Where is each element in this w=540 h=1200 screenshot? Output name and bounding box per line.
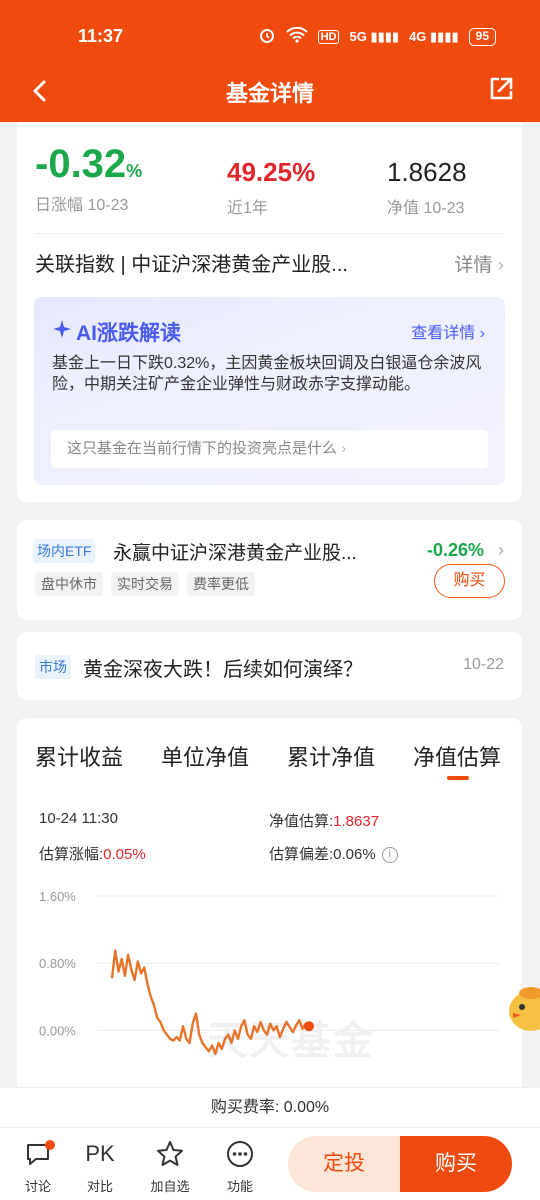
nav-value: 1.8628	[387, 157, 467, 187]
page-title: 基金详情	[225, 81, 314, 106]
ai-title: AI涨跌解读	[52, 317, 181, 347]
auto-invest-button[interactable]: 定投	[288, 1136, 400, 1192]
bottom-nav-label: 加自选	[150, 1179, 190, 1194]
chevron-right-icon: ›	[479, 325, 485, 342]
estimate-nav-value: 1.8637	[333, 813, 380, 830]
wifi-icon	[285, 26, 308, 46]
hd-icon: HD	[317, 29, 340, 44]
etf-name[interactable]: 永赢中证沪深港黄金产业股...	[113, 538, 357, 565]
etf-change: -0.26%	[426, 540, 484, 560]
tab-unit-nav[interactable]: 单位净值	[161, 740, 249, 772]
share-icon[interactable]	[486, 74, 516, 104]
bottom-nav-label: 讨论	[24, 1179, 51, 1194]
tab-nav-estimate[interactable]: 净值估算	[413, 740, 501, 772]
status-time: 11:37	[78, 26, 124, 46]
chart-y-tick-label: 0.80%	[39, 956, 76, 971]
bottom-nav-label: 对比	[86, 1179, 113, 1194]
sparkle-icon	[52, 319, 72, 345]
stat-nav: 1.8628 净值 10-23	[387, 152, 467, 218]
buy-button[interactable]: 购买	[400, 1136, 512, 1192]
active-tab-indicator	[447, 776, 469, 780]
daily-change-unit: %	[126, 161, 143, 181]
chart-y-tick-label: 1.60%	[39, 889, 76, 904]
ai-more-link[interactable]: 查看详情 ›	[411, 319, 485, 343]
signal-5g-icon: 5G ▮▮▮▮	[349, 28, 400, 44]
alarm-icon	[258, 26, 276, 47]
bottom-nav-compare[interactable]: PK 对比	[75, 1138, 125, 1195]
related-index-label: 关联指数 | 中证沪深港黄金产业股...	[35, 254, 348, 276]
bottom-nav-discuss[interactable]: 讨论	[13, 1138, 63, 1195]
stat-daily-change: -0.32% 日涨幅 10-23	[35, 142, 142, 215]
pk-icon: PK	[85, 1141, 115, 1166]
info-icon[interactable]: i	[381, 847, 398, 864]
fee-bar: 购买费率: 0.00%	[0, 1087, 540, 1127]
chevron-right-icon: ›	[498, 540, 504, 560]
battery-icon: 95	[468, 27, 496, 46]
market-news-date: 10-22	[463, 656, 504, 673]
etf-tag: 场内ETF	[33, 539, 96, 563]
status-bar: 11:37 HD 5G ▮▮▮▮ 4G ▮▮▮▮ 95	[0, 0, 540, 70]
etf-chip: 实时交易	[111, 572, 179, 596]
bottom-nav-watchlist[interactable]: 加自选	[145, 1138, 195, 1195]
chart-card: 累计收益 单位净值 累计净值 净值估算 10-24 11:30 净值估算:1.8…	[17, 718, 522, 1098]
chart-tabs: 累计收益 单位净值 累计净值 净值估算	[35, 740, 504, 780]
daily-change-label: 日涨幅 10-23	[35, 197, 129, 214]
comment-icon	[13, 1138, 63, 1170]
estimate-time: 10-24 11:30	[39, 810, 118, 827]
chart-end-dot	[304, 1021, 314, 1032]
estimate-nav: 净值估算:1.8637	[269, 813, 380, 830]
etf-buy-button[interactable]: 购买	[434, 564, 505, 598]
etf-chip: 盘中休市	[35, 572, 103, 596]
ai-question-button[interactable]: 这只基金在当前行情下的投资亮点是什么 ›	[51, 430, 488, 468]
etf-card[interactable]: 场内ETF 永赢中证沪深港黄金产业股... -0.26% › 盘中休市 实时交易…	[17, 520, 522, 620]
more-dots-icon	[215, 1138, 265, 1170]
fund-stats: -0.32% 日涨幅 10-23 49.25% 近1年 1.8628 净值 10…	[35, 142, 504, 222]
year-return-label: 近1年	[227, 200, 268, 217]
daily-change-value: -0.32	[35, 142, 127, 186]
tab-cumulative-return[interactable]: 累计收益	[35, 740, 123, 772]
stat-year-return: 49.25% 近1年	[227, 152, 315, 218]
etf-chip: 费率更低	[187, 572, 255, 596]
status-icons: HD 5G ▮▮▮▮ 4G ▮▮▮▮ 95	[258, 26, 496, 47]
market-tag: 市场	[35, 655, 71, 679]
etf-chips: 盘中休市 实时交易 费率更低	[35, 572, 255, 596]
ai-text: 基金上一日下跌0.32%，主因黄金板块回调及白银逼仓余波风险，中期关注矿产金企业…	[52, 355, 482, 393]
notification-dot	[45, 1140, 55, 1150]
fund-summary-card: -0.32% 日涨幅 10-23 49.25% 近1年 1.8628 净值 10…	[17, 122, 522, 502]
signal-4g-icon: 4G ▮▮▮▮	[409, 28, 459, 44]
chart-series-line	[110, 949, 310, 1056]
nav-label: 净值 10-23	[387, 200, 465, 217]
mascot-float-icon[interactable]	[505, 985, 540, 1035]
estimate-change-value: 0.05%	[103, 846, 146, 863]
related-index-more[interactable]: 详情 ›	[454, 250, 504, 277]
market-news-card[interactable]: 市场 黄金深夜大跌！后续如何演绎？ 10-22	[17, 632, 522, 700]
market-news-title[interactable]: 黄金深夜大跌！后续如何演绎？	[83, 653, 363, 682]
related-index-row[interactable]: 关联指数 | 中证沪深港黄金产业股... 详情 ›	[35, 248, 504, 278]
chevron-right-icon: ›	[341, 440, 347, 457]
bottom-nav-label: 功能	[226, 1179, 253, 1194]
nav-bar: 基金详情	[0, 70, 540, 122]
bottom-nav-functions[interactable]: 功能	[215, 1138, 265, 1195]
chevron-right-icon: ›	[497, 255, 504, 276]
divider	[35, 233, 504, 234]
estimate-change: 估算涨幅:0.05%	[39, 846, 146, 863]
bottom-bar: 讨论 PK 对比 加自选 功能 定投 购买	[0, 1127, 540, 1200]
year-return-value: 49.25%	[227, 157, 316, 187]
star-icon	[145, 1138, 195, 1170]
estimate-deviation-value: 0.06%	[333, 846, 376, 863]
ai-analysis-box: AI涨跌解读 查看详情 › 基金上一日下跌0.32%，主因黄金板块回调及白银逼仓…	[34, 297, 505, 485]
tab-cumulative-nav[interactable]: 累计净值	[287, 740, 375, 772]
chart-y-tick-label: 0.00%	[39, 1023, 76, 1038]
estimate-deviation: 估算偏差:0.06% i	[269, 843, 398, 864]
nav-estimate-chart: 1.60% 0.80% 0.00%	[39, 889, 499, 1056]
